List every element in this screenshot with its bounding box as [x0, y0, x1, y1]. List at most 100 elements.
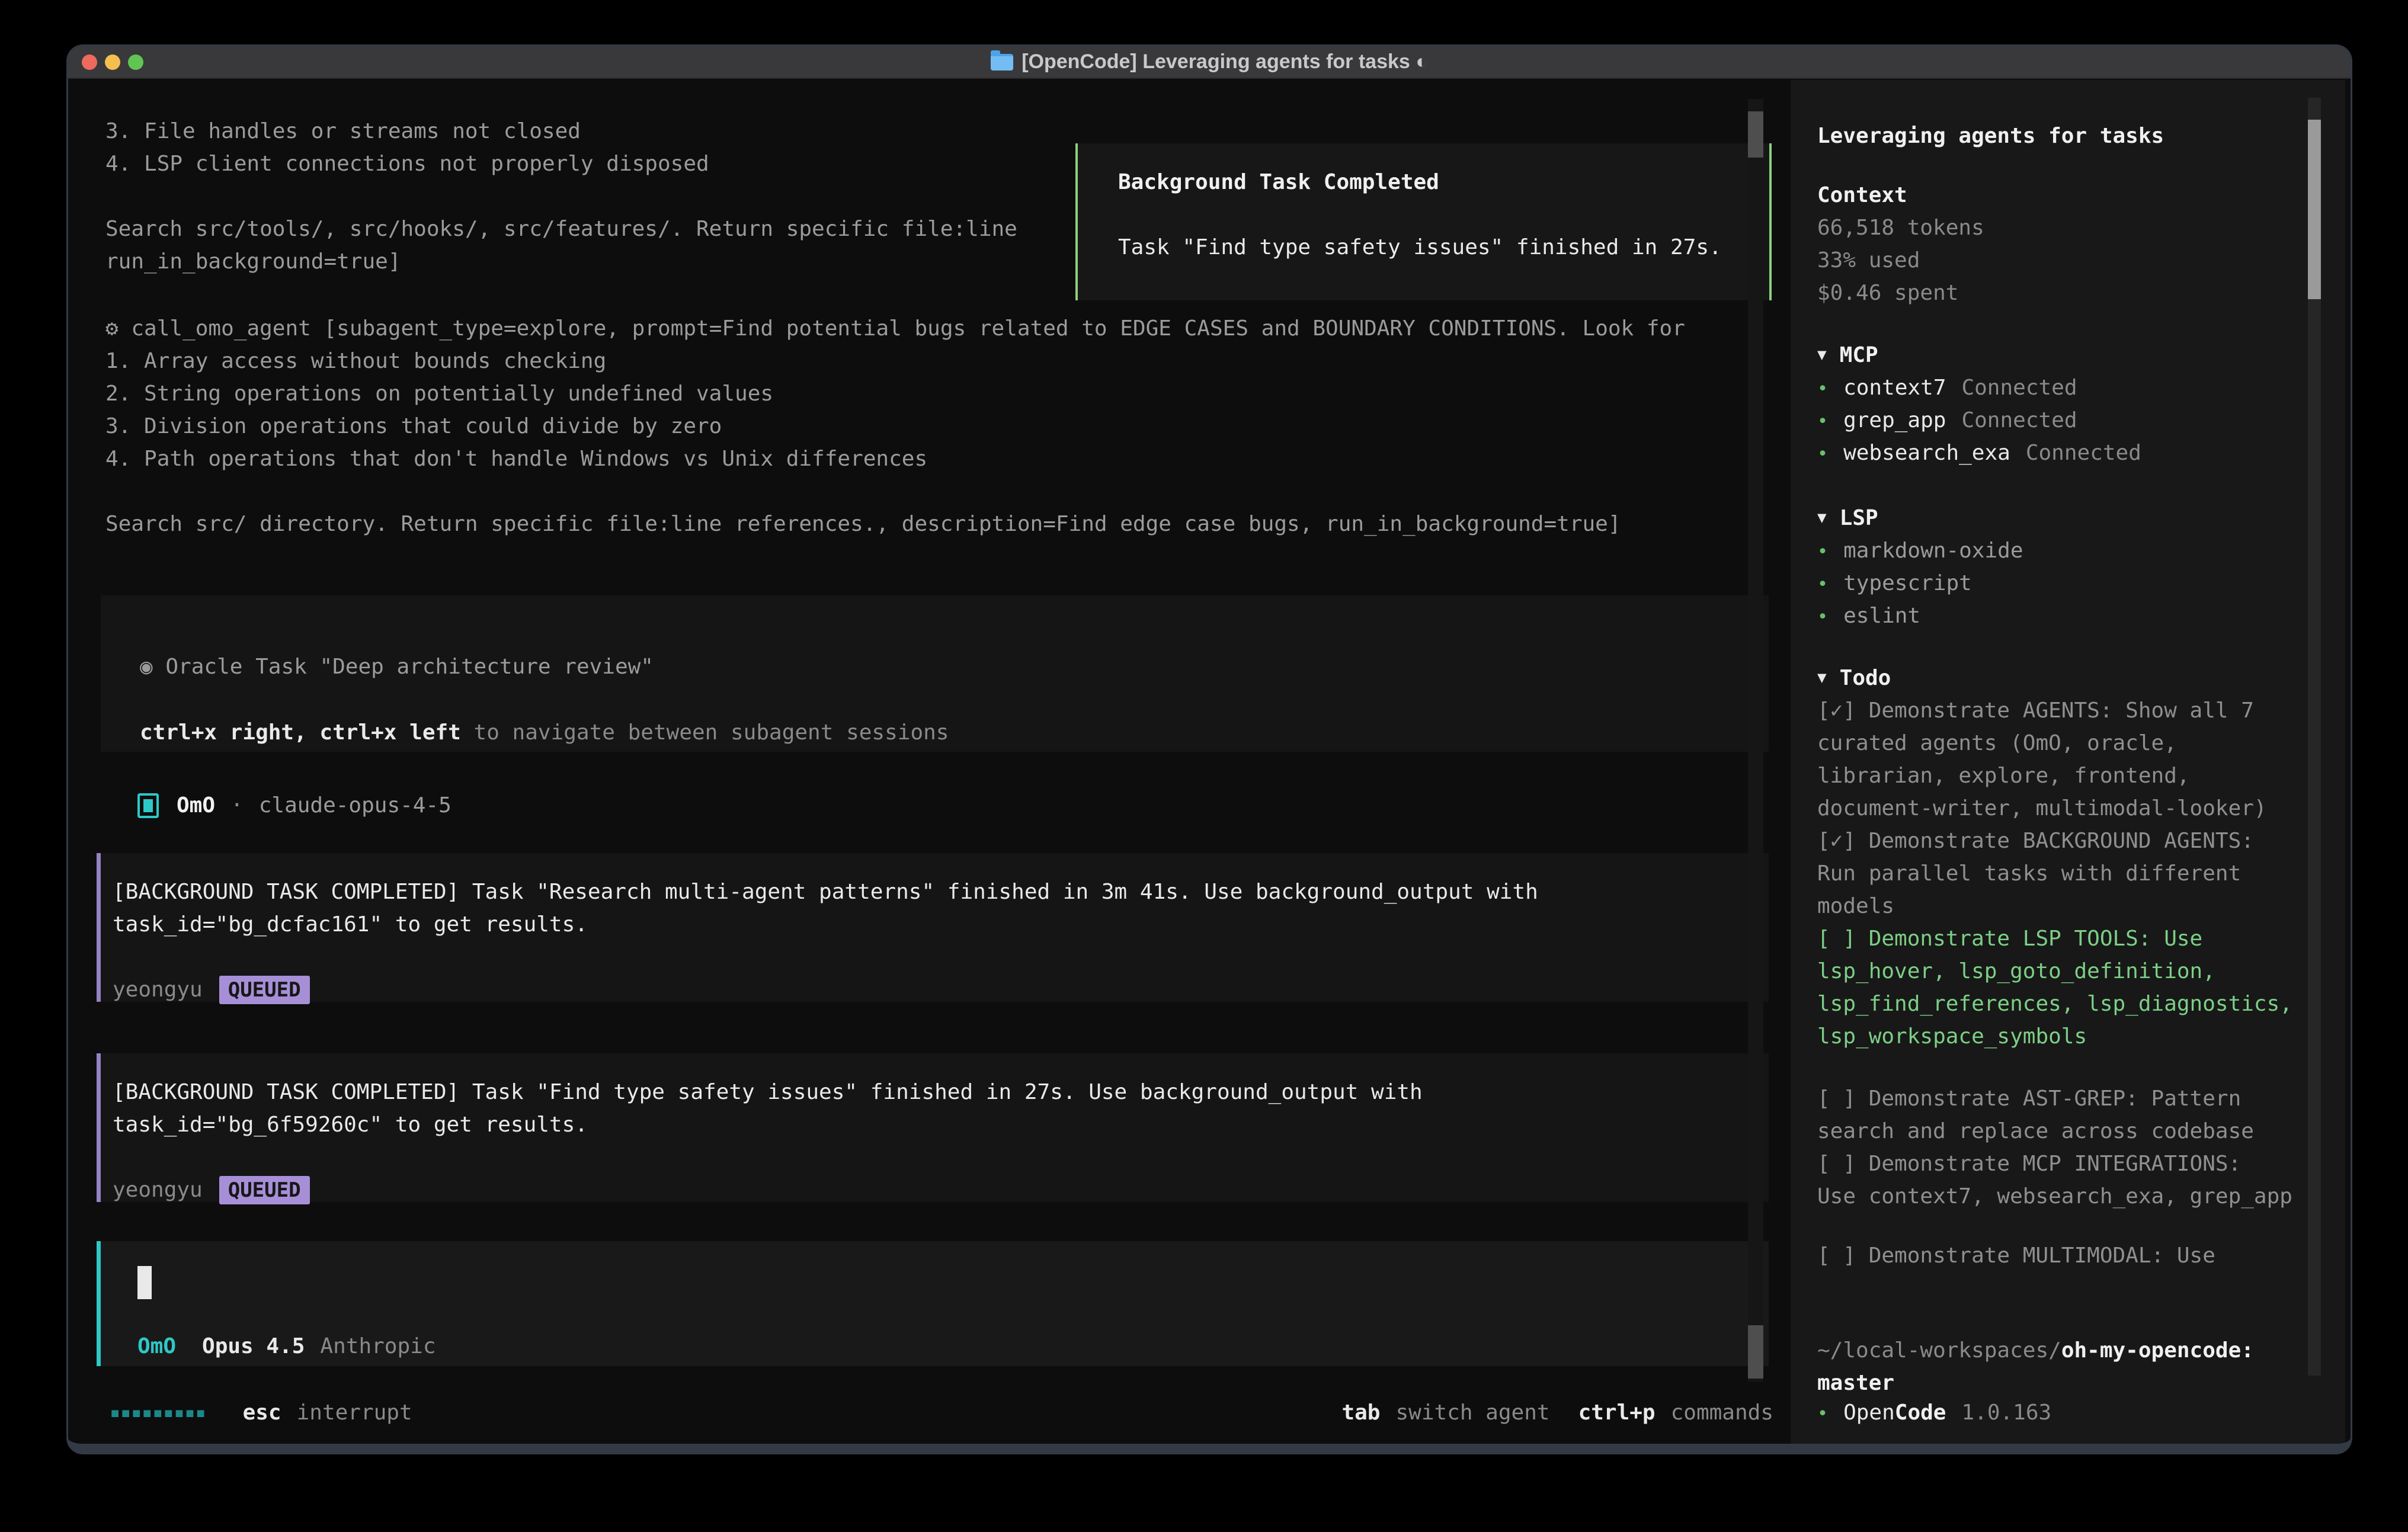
record-icon: ◉ — [140, 655, 153, 679]
todo-section-header[interactable]: ▼ Todo — [1817, 662, 1891, 694]
status-dot-icon: • — [1817, 568, 1828, 601]
sidebar-scrollbar-thumb[interactable] — [2308, 120, 2321, 299]
terminal-content: 3. File handles or streams not closed 4.… — [68, 80, 2351, 1444]
zoom-button[interactable] — [128, 55, 143, 70]
tool-call-text: call_omo_agent [subagent_type=explore, p… — [131, 316, 1685, 341]
mcp-item-name: grep_app — [1843, 404, 1946, 437]
cmdp-key-hint: ctrl+p — [1578, 1396, 1655, 1429]
mcp-item: • context7 Connected — [1817, 371, 2077, 405]
window-controls — [82, 46, 143, 78]
tool-call-body: 1. Array access without bounds checking … — [105, 345, 1753, 540]
app-name-bold: Code — [1895, 1396, 1946, 1429]
context-details: 66,518 tokens 33% used $0.46 spent — [1817, 211, 1984, 309]
agent-separator: · — [230, 789, 244, 822]
status-badge: QUEUED — [219, 1176, 310, 1204]
todo-item: [ ] Demonstrate MCP INTEGRATIONS: Use co… — [1817, 1148, 2324, 1213]
main-scrollbar-track[interactable] — [1748, 99, 1763, 1382]
background-task-notification: Background Task Completed Task "Find typ… — [1075, 143, 1772, 300]
todo-item: [ ] Demonstrate LSP TOOLS: Use lsp_hover… — [1817, 922, 2324, 1053]
input-footer: OmO Opus 4.5 Anthropic — [137, 1330, 436, 1363]
main-scrollbar-thumb[interactable] — [1748, 111, 1763, 158]
lsp-item: • typescript — [1817, 567, 1972, 601]
tab-key-label: switch agent — [1395, 1396, 1549, 1429]
opencode-version: • OpenCode 1.0.163 — [1817, 1396, 2051, 1430]
lsp-item: • markdown-oxide — [1817, 534, 2023, 568]
lsp-item-name: eslint — [1843, 600, 1920, 632]
task-result-meta: yeongyu QUEUED — [113, 973, 310, 1006]
todo-item: [ ] Demonstrate MULTIMODAL: Use — [1817, 1239, 2324, 1272]
context-heading: Context — [1817, 179, 1907, 211]
mcp-item-status: Connected — [1961, 371, 2077, 404]
status-badge: QUEUED — [219, 976, 310, 1004]
chevron-down-icon: ▼ — [1817, 502, 1827, 534]
tool-call-line: ⚙ call_omo_agent [subagent_type=explore,… — [105, 312, 1685, 345]
lsp-section-header[interactable]: ▼ LSP — [1817, 502, 1878, 534]
todo-item: [ ] Demonstrate AST-GREP: Pattern search… — [1817, 1082, 2324, 1148]
oracle-hint-keys: ctrl+x right, ctrl+x left — [140, 720, 461, 745]
app-name-regular: Open — [1843, 1396, 1895, 1429]
chevron-down-icon: ▼ — [1817, 339, 1827, 371]
minimize-button[interactable] — [105, 55, 120, 70]
status-dot-icon: • — [1817, 536, 1828, 568]
tab-key-hint: tab — [1341, 1396, 1380, 1429]
status-dot-icon: • — [1817, 438, 1828, 470]
workspace-path-prefix: ~/local-workspaces/ — [1817, 1338, 2061, 1363]
mcp-item-status: Connected — [2026, 437, 2141, 469]
spinner-dots-icon: ▪▪▪▪▪▪▪▪▪ — [110, 1396, 206, 1429]
window-title: [OpenCode] Leveraging agents for tasks ◐ — [68, 50, 2351, 73]
mcp-item: • websearch_exa Connected — [1817, 437, 2141, 470]
close-button[interactable] — [82, 55, 97, 70]
window-title-text: [OpenCode] Leveraging agents for tasks ◐ — [1022, 50, 1428, 73]
text-cursor — [137, 1266, 152, 1299]
todo-heading: Todo — [1840, 662, 1891, 694]
task-result-text: [BACKGROUND TASK COMPLETED] Task "Resear… — [113, 876, 1748, 941]
oracle-task-hint: ctrl+x right, ctrl+x left to navigate be… — [140, 684, 949, 749]
status-dot-icon: • — [1817, 1398, 1828, 1430]
lsp-item-name: typescript — [1843, 567, 1972, 600]
agent-header: OmO · claude-opus-4-5 — [137, 789, 451, 822]
agent-model: claude-opus-4-5 — [259, 789, 451, 822]
cmdp-key-label: commands — [1671, 1396, 1773, 1429]
esc-key-label: interrupt — [297, 1396, 412, 1429]
prompt-input[interactable]: OmO Opus 4.5 Anthropic — [97, 1241, 1769, 1366]
statusbar-left: ▪▪▪▪▪▪▪▪▪ esc interrupt — [110, 1396, 412, 1429]
task-result-meta: yeongyu QUEUED — [113, 1174, 310, 1206]
status-dot-icon: • — [1817, 405, 1828, 438]
agent-name: OmO — [177, 789, 215, 822]
mcp-item: • grep_app Connected — [1817, 404, 2077, 438]
mcp-item-status: Connected — [1961, 404, 2077, 437]
task-result-box: [BACKGROUND TASK COMPLETED] Task "Resear… — [97, 853, 1769, 1002]
task-user: yeongyu — [113, 973, 203, 1006]
terminal-window: [OpenCode] Leveraging agents for tasks ◐… — [66, 44, 2352, 1454]
notification-body: Task "Find type safety issues" finished … — [1118, 231, 1722, 264]
todo-item: [✓] Demonstrate AGENTS: Show all 7 curat… — [1817, 694, 2324, 825]
oracle-task-title-text: Oracle Task "Deep architecture review" — [165, 655, 654, 679]
mcp-item-name: websearch_exa — [1843, 437, 2010, 469]
esc-key-hint: esc — [243, 1396, 281, 1429]
workspace-repo: oh-my-opencode: — [2061, 1338, 2254, 1363]
mcp-section-header[interactable]: ▼ MCP — [1817, 339, 1878, 371]
statusbar-right: tab switch agent ctrl+p commands — [1341, 1396, 1773, 1429]
folder-icon — [991, 54, 1013, 70]
gear-icon: ⚙ — [105, 316, 119, 341]
oracle-task-box: ◉ Oracle Task "Deep architecture review"… — [101, 595, 1769, 752]
status-dot-icon: • — [1817, 601, 1828, 633]
sidebar: Leveraging agents for tasks Context 66,5… — [1791, 80, 2345, 1444]
chevron-down-icon: ▼ — [1817, 662, 1827, 694]
app-version: 1.0.163 — [1961, 1396, 2051, 1429]
notification-title: Background Task Completed — [1118, 166, 1439, 198]
session-title: Leveraging agents for tasks — [1817, 120, 2164, 152]
status-dot-icon: • — [1817, 373, 1828, 405]
mcp-item-name: context7 — [1843, 371, 1946, 404]
input-scrollbar-thumb[interactable] — [1748, 1325, 1763, 1379]
input-provider-name: Anthropic — [320, 1330, 436, 1363]
input-agent-name: OmO — [137, 1330, 176, 1363]
todo-item: [✓] Demonstrate BACKGROUND AGENTS: Run p… — [1817, 825, 2324, 922]
task-result-box: [BACKGROUND TASK COMPLETED] Task "Find t… — [97, 1053, 1769, 1202]
agent-avatar-icon — [137, 793, 159, 818]
task-result-text: [BACKGROUND TASK COMPLETED] Task "Find t… — [113, 1076, 1748, 1141]
window-titlebar[interactable]: [OpenCode] Leveraging agents for tasks ◐ — [68, 46, 2351, 79]
oracle-task-title: ◉ Oracle Task "Deep architecture review" — [140, 618, 654, 683]
mcp-heading: MCP — [1840, 339, 1878, 371]
lsp-heading: LSP — [1840, 502, 1878, 534]
